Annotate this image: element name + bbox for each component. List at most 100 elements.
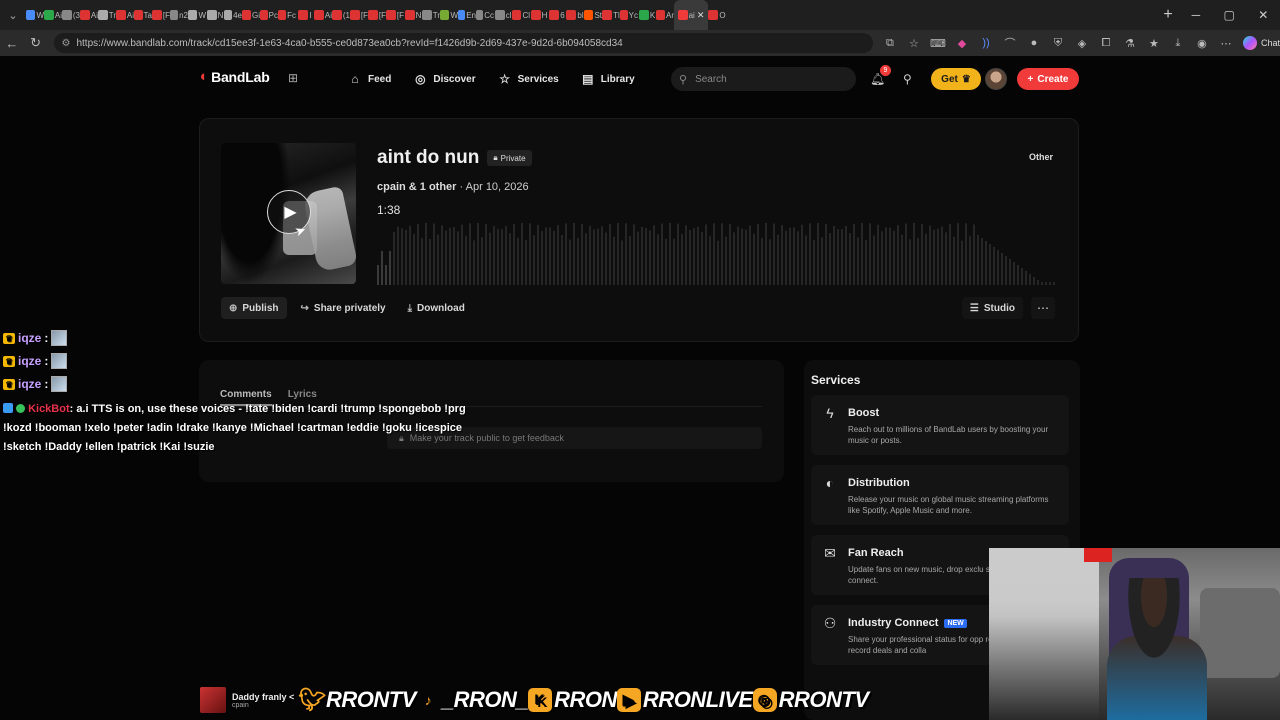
twitter-handle: 🐦︎ RRONTV xyxy=(298,687,416,712)
waveform-bar xyxy=(749,225,751,285)
browser-tab[interactable]: (1 xyxy=(332,0,350,30)
browser-tab[interactable]: [F xyxy=(386,0,404,30)
close-tab-icon[interactable]: ✕ xyxy=(697,10,705,21)
extension-flask-icon[interactable]: ⚗ xyxy=(1123,36,1137,50)
share-privately-button[interactable]: ↪ Share privately xyxy=(293,297,394,319)
apps-grid-icon[interactable]: ⊞ xyxy=(288,71,298,85)
browser-tab[interactable]: W xyxy=(440,0,458,30)
youtube-icon: ▶ xyxy=(616,688,641,712)
new-tab-button[interactable]: + xyxy=(1156,6,1180,24)
extension-dash-icon[interactable]: ⌒ xyxy=(1003,36,1017,50)
bookmark-star-icon[interactable]: ☆ xyxy=(907,36,921,50)
copilot-chat-button[interactable]: Chat xyxy=(1242,36,1280,50)
browser-tab[interactable]: 6 xyxy=(548,0,566,30)
browser-tab[interactable]: N xyxy=(206,0,224,30)
browser-tab[interactable]: n2 xyxy=(170,0,188,30)
profile-avatar-icon[interactable]: ◉ xyxy=(1195,36,1209,50)
browser-tab-active[interactable]: ai ✕ xyxy=(674,0,708,30)
install-icon[interactable]: ⧉ xyxy=(883,36,897,50)
browser-tab[interactable]: bl xyxy=(566,0,584,30)
extension-pink-icon[interactable]: ◆ xyxy=(955,36,969,50)
get-membership-button[interactable]: Get ♛ xyxy=(931,68,981,90)
browser-tab[interactable]: Pc xyxy=(260,0,278,30)
service-boost[interactable]: ϟ Boost Reach out to millions of BandLab… xyxy=(811,395,1069,455)
studio-button[interactable]: ☰ Studio xyxy=(961,297,1023,319)
browser-tab[interactable]: Gi xyxy=(242,0,260,30)
minimize-icon[interactable]: ─ xyxy=(1192,8,1201,22)
site-info-icon[interactable]: ⚙ xyxy=(62,38,71,49)
messages-search-icon[interactable]: ⚲ xyxy=(903,72,912,86)
nav-services[interactable]: ☆ Services xyxy=(498,68,559,90)
download-button[interactable]: ⤓ Download xyxy=(400,297,473,319)
maximize-icon[interactable]: ▢ xyxy=(1224,8,1235,22)
close-window-icon[interactable]: ✕ xyxy=(1258,8,1268,22)
waveform-bar xyxy=(425,223,427,285)
extension-drop-icon[interactable]: ● xyxy=(1027,36,1041,50)
privacy-badge: 🔒︎ Private xyxy=(487,150,532,166)
nav-library[interactable]: ▤ Library xyxy=(581,68,635,90)
browser-tab[interactable]: N xyxy=(404,0,422,30)
genre-tag[interactable]: Other xyxy=(1029,152,1053,162)
browser-tab[interactable]: En xyxy=(458,0,476,30)
browser-tab[interactable]: K xyxy=(638,0,656,30)
extension-audio-icon[interactable]: )) xyxy=(979,36,993,50)
browser-tab[interactable]: Ta xyxy=(134,0,152,30)
waveform-bar xyxy=(745,229,747,285)
browser-tab[interactable]: St xyxy=(584,0,602,30)
browser-tab[interactable]: Cc xyxy=(476,0,494,30)
more-options-button[interactable]: ⋯ xyxy=(1031,297,1055,319)
browser-tab[interactable]: Ar xyxy=(656,0,674,30)
favorites-icon[interactable]: ★ xyxy=(1147,36,1161,50)
reload-icon[interactable]: ↻ xyxy=(24,35,48,51)
bandlab-logo[interactable]: ◖ BandLab xyxy=(198,68,270,85)
browser-tab[interactable]: Cl xyxy=(512,0,530,30)
user-avatar[interactable] xyxy=(985,68,1007,90)
browser-tab[interactable]: Tr xyxy=(422,0,440,30)
service-distribution[interactable]: ◐ Distribution Release your music on glo… xyxy=(811,465,1069,525)
download-arrow-icon[interactable]: ⤓ xyxy=(1171,36,1185,50)
browser-tab[interactable]: (3 xyxy=(62,0,80,30)
browser-tab[interactable]: Fc xyxy=(278,0,296,30)
browser-tab[interactable]: Ai xyxy=(80,0,98,30)
extension-diamond-icon[interactable]: ◈ xyxy=(1075,36,1089,50)
waveform-bar xyxy=(385,265,387,285)
search-box[interactable]: ⚲ xyxy=(671,67,856,91)
nav-feed[interactable]: ⌂ Feed xyxy=(348,68,391,90)
browser-tab[interactable]: I xyxy=(296,0,314,30)
browser-tab[interactable]: H xyxy=(530,0,548,30)
publish-button[interactable]: ⊕ Publish xyxy=(221,297,287,319)
url-field[interactable]: ⚙ https://www.bandlab.com/track/cd15ee3f… xyxy=(53,33,873,53)
search-input[interactable] xyxy=(695,73,836,85)
browser-tab[interactable]: [F xyxy=(152,0,170,30)
browser-tab[interactable]: W xyxy=(26,0,44,30)
browser-tab[interactable]: Ai xyxy=(44,0,62,30)
browser-tab[interactable]: [F xyxy=(368,0,386,30)
nav-discover[interactable]: ◎ Discover xyxy=(413,68,476,90)
browser-tab[interactable]: Ai xyxy=(314,0,332,30)
artist-link[interactable]: cpain & 1 other xyxy=(377,181,456,193)
tab-search-icon[interactable]: ⌄ xyxy=(0,0,26,30)
track-cover-art[interactable]: ▶ ➤ xyxy=(221,143,356,284)
back-icon[interactable]: ← xyxy=(0,36,24,51)
extensions-puzzle-icon[interactable]: ⧠ xyxy=(1099,36,1113,50)
browser-tab[interactable]: 4e xyxy=(224,0,242,30)
tab-label: K xyxy=(649,10,656,20)
window-controls: ─ ▢ ✕ xyxy=(1180,8,1280,22)
audio-waveform[interactable] xyxy=(377,219,1057,285)
browser-tab[interactable]: cl xyxy=(494,0,512,30)
waveform-bar xyxy=(737,226,739,285)
menu-dots-icon[interactable]: ⋯ xyxy=(1219,36,1233,50)
tab-label: Ta xyxy=(143,10,152,20)
keyboard-icon[interactable]: ⌨ xyxy=(930,36,946,50)
browser-tab[interactable]: O xyxy=(708,0,726,30)
extension-shield-icon[interactable]: ⛨ xyxy=(1051,36,1065,50)
waveform-bar xyxy=(469,223,471,285)
browser-tab[interactable]: [F xyxy=(350,0,368,30)
browser-tab[interactable]: W xyxy=(188,0,206,30)
browser-tab[interactable]: Ai xyxy=(116,0,134,30)
browser-tab[interactable]: Tl xyxy=(602,0,620,30)
waveform-bar xyxy=(917,238,919,285)
create-button[interactable]: + Create xyxy=(1017,68,1079,90)
browser-tab[interactable]: Tr xyxy=(98,0,116,30)
browser-tab[interactable]: Yc xyxy=(620,0,638,30)
